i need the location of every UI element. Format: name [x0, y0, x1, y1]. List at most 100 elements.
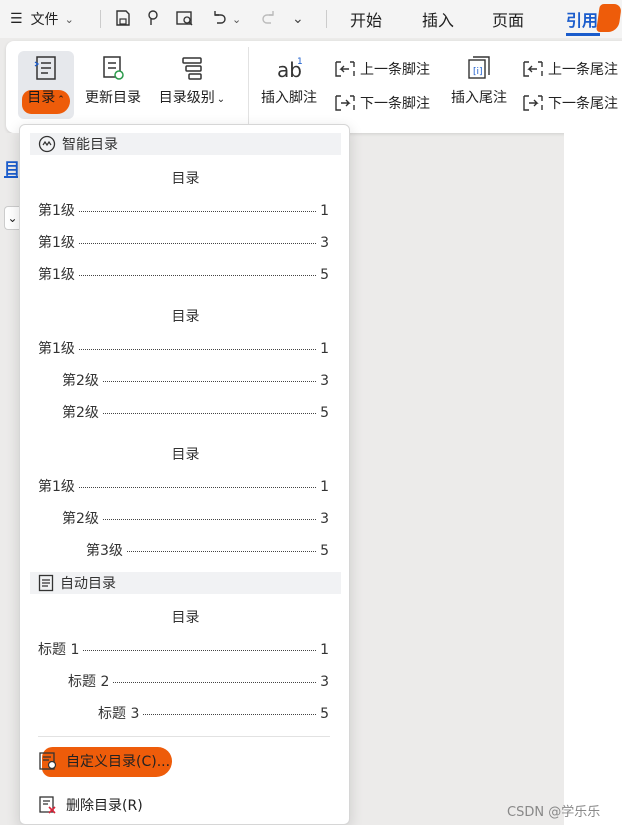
toc-entry-label: 第1级 [38, 203, 75, 219]
undo-icon[interactable] [208, 6, 230, 30]
custom-toc-icon [39, 752, 57, 770]
dot-leader [113, 682, 317, 683]
toc-entry-page: 3 [320, 511, 329, 527]
toc-entry-label: 第2级 [62, 405, 99, 421]
dot-leader [102, 413, 317, 414]
svg-text:1: 1 [297, 57, 303, 67]
toc-entry-page: 3 [320, 373, 329, 389]
toc-entry: 第1级 5 [38, 264, 329, 284]
redo-icon[interactable] [258, 6, 280, 30]
insert-footnote-label: 插入脚注 [261, 90, 317, 106]
undo-dropdown-icon[interactable]: ⌄ [232, 0, 241, 38]
more-chevron-icon[interactable]: ⌄ [292, 0, 304, 38]
dot-leader [143, 714, 317, 715]
hamburger-icon: ☰ [10, 11, 23, 27]
next-footnote-label: 下一条脚注 [360, 96, 430, 112]
dot-leader [78, 211, 317, 212]
next-footnote-button[interactable]: 下一条脚注 [334, 93, 430, 113]
prev-endnote-icon [523, 61, 543, 77]
toc-level-button[interactable]: 目录级别 ⌄ [154, 55, 230, 107]
delete-toc-menu-item[interactable]: 删除目录(R) [38, 795, 143, 815]
file-menu[interactable]: ☰ 文件 ⌄ [10, 0, 74, 38]
print-preview-icon[interactable] [174, 6, 196, 30]
custom-toc-menu-item[interactable]: 自定义目录(C)... [38, 751, 170, 771]
smart-toc-section-header: 智能目录 [30, 133, 341, 155]
tab-label: 插入 [422, 11, 455, 30]
toc-button[interactable]: 目录 ⌃ [20, 55, 72, 107]
dot-leader [126, 551, 317, 552]
insert-footnote-button[interactable]: ab 1 插入脚注 [256, 55, 322, 107]
tab-label: 开始 [350, 11, 383, 30]
toc-entry-label: 标题 3 [98, 706, 140, 722]
tab-insert[interactable]: 插入 [422, 0, 454, 38]
divider [100, 10, 101, 28]
chevron-up-icon: ⌃ [57, 95, 65, 105]
update-toc-button[interactable]: 更新目录 [80, 55, 146, 107]
endnote-icon: [i] [468, 56, 490, 79]
svg-text:[i]: [i] [473, 67, 483, 77]
toc-entry: 第1级 1 [38, 338, 329, 358]
smart-toc-section-label: 智能目录 [62, 137, 118, 153]
toc-option-title: 目录 [171, 610, 200, 626]
document-page[interactable] [564, 133, 622, 825]
highlight-mark [596, 4, 622, 32]
insert-endnote-label: 插入尾注 [451, 90, 507, 106]
toc-entry-page: 5 [320, 543, 329, 559]
toc-entry-page: 1 [320, 479, 329, 495]
dot-leader [83, 650, 317, 651]
toc-label-text: 目录 [27, 90, 56, 106]
delete-toc-icon [39, 796, 56, 814]
format-painter-icon[interactable] [142, 6, 164, 30]
tab-home[interactable]: 开始 [350, 0, 382, 38]
toc-entry-label: 第2级 [62, 511, 99, 527]
toc-entry-label: 第1级 [38, 341, 75, 357]
auto-toc-icon [38, 574, 54, 592]
toc-entry-label: 第2级 [62, 373, 99, 389]
update-toc-label: 更新目录 [85, 90, 141, 106]
custom-toc-label: 自定义目录(C)... [66, 754, 171, 770]
prev-footnote-label: 上一条脚注 [360, 62, 430, 78]
chevron-down-icon: ⌄ [216, 94, 226, 105]
dot-leader [102, 381, 317, 382]
toc-entry-label: 第1级 [38, 479, 75, 495]
toc-entry: 第2级 5 [62, 402, 329, 422]
active-tab-indicator [566, 33, 600, 36]
toc-entry: 第1级 3 [38, 232, 329, 252]
references-ribbon: 目录 ⌃ 更新目录 目录级别 ⌄ ab 1 插入脚注 上一条脚注 下一条脚注 [i] … [6, 41, 622, 133]
chevron-down-icon: ⌄ [64, 12, 74, 26]
toc-level-icon [182, 57, 202, 80]
prev-footnote-button[interactable]: 上一条脚注 [334, 59, 430, 79]
menu-divider [38, 736, 330, 737]
toc-dropdown: 智能目录 目录 第1级 1 第1级 3 第1级 5 目录 第1级 1 第2级 3 第2级 5… [19, 124, 350, 825]
tab-label: 引用 [566, 11, 599, 30]
footnote-icon: ab1 [277, 57, 303, 81]
tab-page[interactable]: 页面 [492, 0, 524, 38]
next-endnote-icon [523, 95, 543, 111]
auto-toc-section-header: 自动目录 [30, 572, 341, 594]
toc-entry: 标题 3 5 [98, 703, 329, 723]
dot-leader [78, 275, 317, 276]
toc-icon [34, 56, 56, 80]
toc-label: 目录 ⌃ [27, 87, 65, 107]
prev-endnote-label: 上一条尾注 [548, 62, 618, 78]
toc-option-title: 目录 [171, 171, 200, 187]
next-endnote-button[interactable]: 下一条尾注 [522, 93, 618, 113]
dot-leader [78, 349, 317, 350]
toc-option-title: 目录 [171, 309, 200, 325]
toc-entry-page: 5 [320, 267, 329, 283]
toc-entry-page: 3 [320, 674, 329, 690]
toc-entry-page: 3 [320, 235, 329, 251]
collapse-chevron-icon[interactable]: ⌄ [4, 206, 20, 230]
insert-endnote-button[interactable]: [i] 插入尾注 [446, 55, 512, 107]
update-toc-icon [103, 56, 124, 80]
dot-leader [102, 519, 317, 520]
prev-endnote-button[interactable]: 上一条尾注 [522, 59, 618, 79]
toc-level-label-text: 目录级别 [158, 90, 215, 106]
save-icon[interactable] [112, 6, 134, 30]
toc-entry-page: 1 [320, 341, 329, 357]
prev-footnote-icon [335, 61, 355, 77]
next-endnote-label: 下一条尾注 [548, 96, 618, 112]
auto-toc-section-label: 自动目录 [60, 576, 116, 592]
toc-entry: 第1级 1 [38, 200, 329, 220]
dot-leader [78, 243, 317, 244]
